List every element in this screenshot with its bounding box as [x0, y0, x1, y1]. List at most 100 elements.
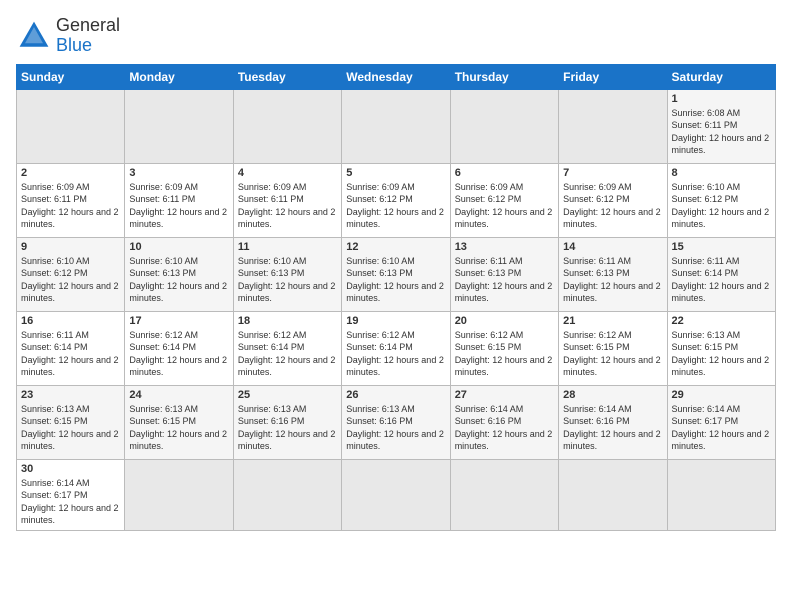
calendar-cell: [125, 459, 233, 530]
calendar-cell: 13 Sunrise: 6:11 AM Sunset: 6:13 PM Dayli…: [450, 237, 558, 311]
calendar-cell: 19Sunrise: 6:12 AM Sunset: 6:14 PM Dayli…: [342, 311, 450, 385]
calendar-cell: 9Sunrise: 6:10 AM Sunset: 6:12 PM Daylig…: [17, 237, 125, 311]
logo-text: General Blue: [56, 16, 120, 56]
day-info: Sunrise: 6:13 AM Sunset: 6:15 PM Dayligh…: [21, 403, 120, 453]
day-header: Wednesday: [342, 64, 450, 89]
day-info: Sunrise: 6:10 AM Sunset: 6:13 PM Dayligh…: [238, 255, 337, 305]
day-info: Sunrise: 6:14 AM Sunset: 6:16 PM Dayligh…: [455, 403, 554, 453]
page-header: General Blue: [16, 16, 776, 56]
day-number: 28: [563, 389, 662, 401]
day-info: Sunrise: 6:13 AM Sunset: 6:16 PM Dayligh…: [346, 403, 445, 453]
day-number: 19: [346, 315, 445, 327]
day-number: 15: [672, 241, 771, 253]
calendar-cell: [125, 89, 233, 163]
calendar-cell: 25 Sunrise: 6:13 AM Sunset: 6:16 PM Dayli…: [233, 385, 341, 459]
day-number: 16: [21, 315, 120, 327]
day-number: 8: [672, 167, 771, 179]
day-number: 12: [346, 241, 445, 253]
day-header: Thursday: [450, 64, 558, 89]
calendar-cell: [559, 459, 667, 530]
day-number: 18: [238, 315, 337, 327]
day-info: Sunrise: 6:10 AM Sunset: 6:12 PM Dayligh…: [672, 181, 771, 231]
calendar-cell: [342, 459, 450, 530]
day-number: 7: [563, 167, 662, 179]
day-info: Sunrise: 6:12 AM Sunset: 6:15 PM Dayligh…: [455, 329, 554, 379]
calendar-cell: 26 Sunrise: 6:13 AM Sunset: 6:16 PM Dayli…: [342, 385, 450, 459]
day-info: Sunrise: 6:14 AM Sunset: 6:17 PM Dayligh…: [672, 403, 771, 453]
day-number: 4: [238, 167, 337, 179]
calendar-cell: 15 Sunrise: 6:11 AM Sunset: 6:14 PM Dayli…: [667, 237, 775, 311]
calendar-cell: 3 Sunrise: 6:09 AM Sunset: 6:11 PM Daylig…: [125, 163, 233, 237]
day-number: 13: [455, 241, 554, 253]
day-number: 11: [238, 241, 337, 253]
calendar-cell: 17Sunrise: 6:12 AM Sunset: 6:14 PM Dayli…: [125, 311, 233, 385]
day-info: Sunrise: 6:09 AM Sunset: 6:12 PM Dayligh…: [455, 181, 554, 231]
calendar-cell: 28 Sunrise: 6:14 AM Sunset: 6:16 PM Dayli…: [559, 385, 667, 459]
calendar-cell: 23 Sunrise: 6:13 AM Sunset: 6:15 PM Dayli…: [17, 385, 125, 459]
calendar-cell: 11 Sunrise: 6:10 AM Sunset: 6:13 PM Dayli…: [233, 237, 341, 311]
day-number: 30: [21, 463, 120, 475]
day-info: Sunrise: 6:14 AM Sunset: 6:16 PM Dayligh…: [563, 403, 662, 453]
day-info: Sunrise: 6:13 AM Sunset: 6:16 PM Dayligh…: [238, 403, 337, 453]
calendar-cell: 4 Sunrise: 6:09 AM Sunset: 6:11 PM Daylig…: [233, 163, 341, 237]
day-number: 1: [672, 93, 771, 105]
day-info: Sunrise: 6:11 AM Sunset: 6:14 PM Dayligh…: [672, 255, 771, 305]
day-number: 2: [21, 167, 120, 179]
day-info: Sunrise: 6:09 AM Sunset: 6:12 PM Dayligh…: [563, 181, 662, 231]
day-info: Sunrise: 6:13 AM Sunset: 6:15 PM Dayligh…: [129, 403, 228, 453]
calendar-cell: [559, 89, 667, 163]
day-info: Sunrise: 6:09 AM Sunset: 6:11 PM Dayligh…: [129, 181, 228, 231]
day-info: Sunrise: 6:09 AM Sunset: 6:11 PM Dayligh…: [238, 181, 337, 231]
calendar-body: 1 Sunrise: 6:08 AM Sunset: 6:11 PM Daylig…: [17, 89, 776, 530]
day-info: Sunrise: 6:10 AM Sunset: 6:12 PM Dayligh…: [21, 255, 120, 305]
day-number: 27: [455, 389, 554, 401]
day-number: 14: [563, 241, 662, 253]
logo: General Blue: [16, 16, 120, 56]
calendar-table: SundayMondayTuesdayWednesdayThursdayFrid…: [16, 64, 776, 531]
day-number: 22: [672, 315, 771, 327]
day-info: Sunrise: 6:09 AM Sunset: 6:12 PM Dayligh…: [346, 181, 445, 231]
day-number: 6: [455, 167, 554, 179]
calendar-cell: 10Sunrise: 6:10 AM Sunset: 6:13 PM Dayli…: [125, 237, 233, 311]
logo-icon: [16, 18, 52, 54]
calendar-cell: 24Sunrise: 6:13 AM Sunset: 6:15 PM Dayli…: [125, 385, 233, 459]
day-info: Sunrise: 6:11 AM Sunset: 6:13 PM Dayligh…: [455, 255, 554, 305]
calendar-header: SundayMondayTuesdayWednesdayThursdayFrid…: [17, 64, 776, 89]
day-info: Sunrise: 6:10 AM Sunset: 6:13 PM Dayligh…: [346, 255, 445, 305]
calendar-cell: 27 Sunrise: 6:14 AM Sunset: 6:16 PM Dayli…: [450, 385, 558, 459]
day-info: Sunrise: 6:09 AM Sunset: 6:11 PM Dayligh…: [21, 181, 120, 231]
calendar-cell: [450, 459, 558, 530]
day-number: 23: [21, 389, 120, 401]
day-info: Sunrise: 6:08 AM Sunset: 6:11 PM Dayligh…: [672, 107, 771, 157]
day-number: 29: [672, 389, 771, 401]
calendar-cell: 2 Sunrise: 6:09 AM Sunset: 6:11 PM Daylig…: [17, 163, 125, 237]
calendar-cell: 18 Sunrise: 6:12 AM Sunset: 6:14 PM Dayli…: [233, 311, 341, 385]
calendar-cell: 21Sunrise: 6:12 AM Sunset: 6:15 PM Dayli…: [559, 311, 667, 385]
calendar-cell: [17, 89, 125, 163]
day-number: 26: [346, 389, 445, 401]
calendar-cell: [233, 459, 341, 530]
day-number: 20: [455, 315, 554, 327]
day-header: Tuesday: [233, 64, 341, 89]
day-info: Sunrise: 6:11 AM Sunset: 6:14 PM Dayligh…: [21, 329, 120, 379]
day-info: Sunrise: 6:12 AM Sunset: 6:14 PM Dayligh…: [238, 329, 337, 379]
calendar-cell: [450, 89, 558, 163]
calendar-cell: 7 Sunrise: 6:09 AM Sunset: 6:12 PM Daylig…: [559, 163, 667, 237]
day-header: Monday: [125, 64, 233, 89]
day-number: 25: [238, 389, 337, 401]
day-number: 3: [129, 167, 228, 179]
day-info: Sunrise: 6:12 AM Sunset: 6:15 PM Dayligh…: [563, 329, 662, 379]
calendar-cell: 1 Sunrise: 6:08 AM Sunset: 6:11 PM Daylig…: [667, 89, 775, 163]
calendar-cell: 12 Sunrise: 6:10 AM Sunset: 6:13 PM Dayli…: [342, 237, 450, 311]
day-number: 17: [129, 315, 228, 327]
day-header: Friday: [559, 64, 667, 89]
calendar-cell: 5Sunrise: 6:09 AM Sunset: 6:12 PM Daylig…: [342, 163, 450, 237]
day-info: Sunrise: 6:13 AM Sunset: 6:15 PM Dayligh…: [672, 329, 771, 379]
calendar-cell: 30 Sunrise: 6:14 AM Sunset: 6:17 PM Dayli…: [17, 459, 125, 530]
day-header: Saturday: [667, 64, 775, 89]
calendar-cell: 8 Sunrise: 6:10 AM Sunset: 6:12 PM Daylig…: [667, 163, 775, 237]
day-info: Sunrise: 6:14 AM Sunset: 6:17 PM Dayligh…: [21, 477, 120, 527]
calendar-cell: [233, 89, 341, 163]
calendar-cell: 22 Sunrise: 6:13 AM Sunset: 6:15 PM Dayli…: [667, 311, 775, 385]
day-number: 10: [129, 241, 228, 253]
